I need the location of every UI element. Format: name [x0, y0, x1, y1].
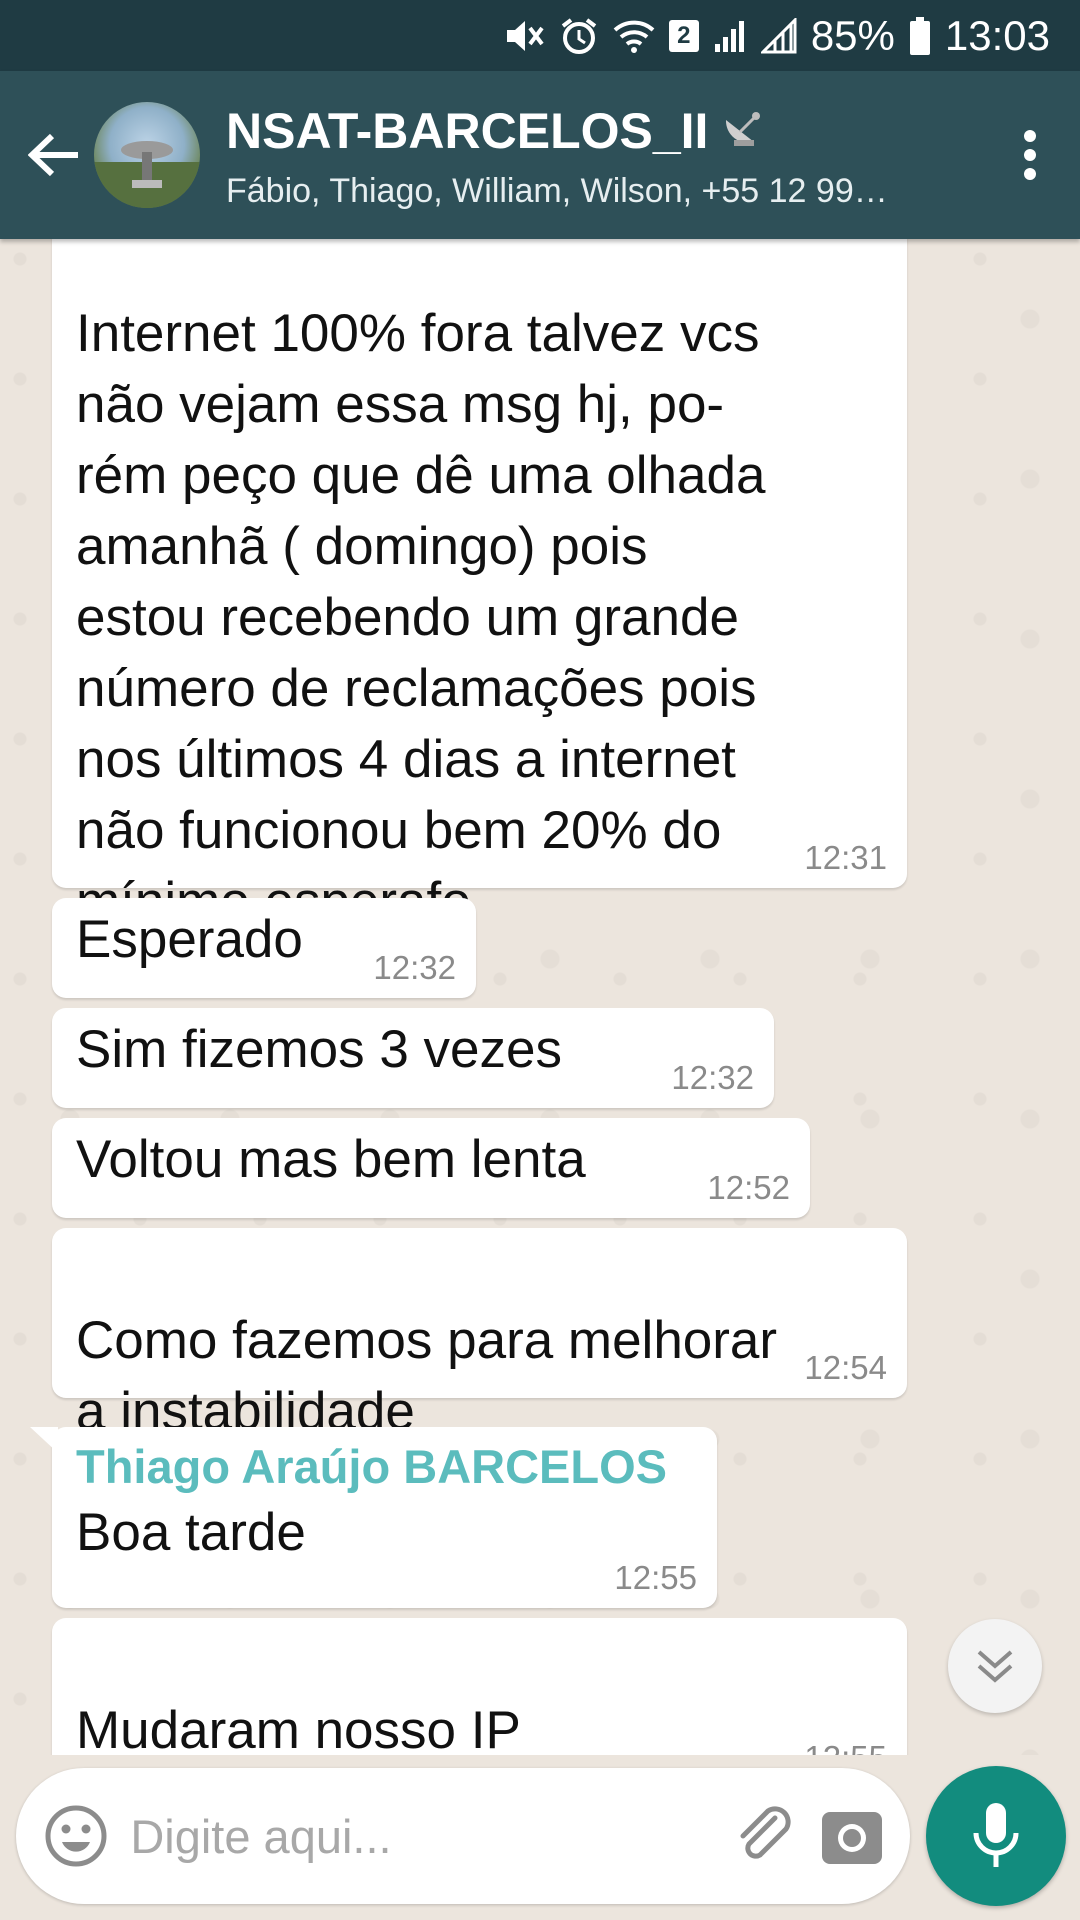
paperclip-icon [740, 1806, 792, 1859]
message-bubble[interactable]: Sim fizemos 3 vezes 12:32 [52, 1008, 774, 1108]
alarm-icon [559, 15, 599, 57]
message-bubble[interactable]: Thiago Araújo BARCELOS Boa tarde 12:55 [30, 1427, 717, 1608]
attach-button[interactable] [735, 1791, 799, 1881]
camera-button[interactable] [820, 1791, 884, 1881]
chat-area[interactable]: Internet 100% fora talvez vcs não vejam … [0, 239, 1080, 1755]
mute-icon [503, 15, 545, 57]
group-avatar[interactable] [94, 102, 200, 208]
group-title: NSAT-BARCELOS_II [226, 102, 709, 159]
message-time: 12:55 [614, 1559, 697, 1596]
message-time: 12:32 [671, 1059, 754, 1096]
scroll-to-bottom-button[interactable] [948, 1619, 1042, 1713]
message-text: Voltou mas bem lenta [76, 1130, 586, 1189]
chat-header: NSAT-BARCELOS_II Fábio, Thiago, William,… [0, 71, 1080, 239]
message-bubble[interactable]: Esperado 12:32 [52, 898, 476, 998]
message-text: Como fazemos para melhorar a instabilida… [76, 1311, 778, 1441]
message-time: 12:55 [804, 1740, 887, 1756]
message-bubble[interactable]: Mudaram nosso IP novamente 12:55 [52, 1618, 907, 1755]
status-bar: 2 85% 13:03 [0, 0, 1080, 71]
message-time: 12:52 [707, 1169, 790, 1206]
message-text: Sim fizemos 3 vezes [76, 1020, 562, 1079]
message-text: Mudaram nosso IP novamente [76, 1701, 521, 1755]
battery-percent: 85% [810, 11, 895, 59]
message-text: Internet 100% fora talvez vcs não vejam … [76, 304, 766, 931]
message-composer [16, 1768, 910, 1904]
signal-icon-2 [760, 15, 797, 57]
header-info[interactable]: NSAT-BARCELOS_II Fábio, Thiago, William,… [226, 100, 990, 211]
satellite-dish-icon [720, 100, 770, 162]
message-text: Boa tarde [76, 1503, 306, 1562]
sender-name: Thiago Araújo BARCELOS [76, 1440, 667, 1493]
battery-icon [909, 15, 931, 57]
double-chevron-down-icon [977, 1650, 1013, 1683]
emoji-button[interactable] [44, 1791, 108, 1881]
more-vertical-icon [1024, 130, 1036, 180]
message-text: Esperado [76, 910, 303, 969]
message-bubble[interactable]: Como fazemos para melhorar a instabilida… [52, 1228, 907, 1441]
group-title-row: NSAT-BARCELOS_II [226, 100, 990, 162]
message-time: 12:31 [804, 839, 887, 876]
sim-badge: 2 [668, 19, 699, 52]
signal-icon [713, 15, 747, 57]
clock: 13:03 [944, 11, 1050, 59]
back-button[interactable] [14, 100, 94, 210]
message-bubble[interactable]: Voltou mas bem lenta 12:52 [52, 1118, 810, 1218]
wifi-icon [613, 15, 655, 57]
overflow-menu-button[interactable] [990, 100, 1070, 210]
arrow-left-icon [28, 133, 78, 177]
message-input[interactable] [130, 1808, 736, 1864]
message-time: 12:32 [373, 949, 456, 986]
message-time: 12:54 [804, 1349, 887, 1386]
smiley-icon [45, 1805, 107, 1867]
microphone-icon [973, 1803, 1019, 1867]
voice-record-button[interactable] [926, 1766, 1066, 1906]
camera-icon [821, 1812, 882, 1864]
group-members: Fábio, Thiago, William, Wilson, +55 12 9… [226, 171, 888, 210]
message-bubble[interactable]: Internet 100% fora talvez vcs não vejam … [52, 239, 907, 931]
